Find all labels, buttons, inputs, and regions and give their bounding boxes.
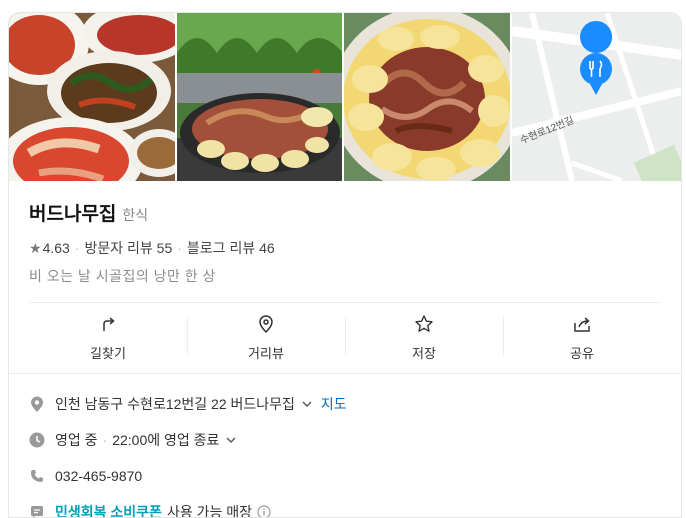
location-pin-icon	[259, 315, 273, 334]
photo-grill-outdoor[interactable]	[176, 13, 342, 181]
location-pin-icon	[29, 396, 45, 412]
separator-dot: ·	[102, 432, 108, 448]
place-card: 수현로12번길 버드나무집 한식 ★ 4.63 · 방문자 리뷰 55 · 블로…	[8, 12, 682, 518]
directions-icon	[103, 317, 115, 331]
place-category: 한식	[122, 207, 149, 223]
separator-dot: ·	[74, 240, 80, 256]
separator-dot: ·	[177, 240, 182, 256]
save-label: 저장	[412, 346, 436, 361]
visitor-reviews-link[interactable]: 방문자 리뷰 55	[84, 238, 172, 258]
chevron-down-icon[interactable]	[301, 398, 313, 410]
street-view-button[interactable]: 거리뷰	[187, 303, 345, 373]
photo-side-dishes[interactable]	[9, 13, 175, 181]
coupon-row: 민생회복 소비쿠폰 사용 가능 매장	[29, 494, 661, 518]
map-thumbnail[interactable]: 수현로12번길	[511, 13, 681, 181]
rating-value: 4.63	[42, 240, 70, 256]
save-button[interactable]: 저장	[345, 303, 503, 373]
address-row: 인천 남동구 수현로12번길 22 버드나무집 지도	[29, 386, 661, 422]
place-info: 버드나무집 한식 ★ 4.63 · 방문자 리뷰 55 · 블로그 리뷰 46 …	[9, 181, 681, 286]
hours-status: 영업 중	[55, 432, 98, 448]
place-details: 인천 남동구 수현로12번길 22 버드나무집 지도 영업 중 · 22:00에…	[9, 373, 681, 518]
blog-reviews-link[interactable]: 블로그 리뷰 46	[187, 238, 275, 258]
photo-strip: 수현로12번길	[9, 13, 681, 181]
share-button[interactable]: 공유	[503, 303, 661, 373]
map-link[interactable]: 지도	[321, 394, 347, 414]
place-name: 버드나무집	[29, 204, 117, 225]
star-icon	[415, 315, 433, 332]
address-text[interactable]: 인천 남동구 수현로12번길 22 버드나무집	[55, 394, 295, 414]
hours-row: 영업 중 · 22:00에 영업 종료	[29, 422, 661, 458]
street-view-label: 거리뷰	[248, 346, 284, 361]
clock-icon	[29, 432, 45, 448]
info-icon[interactable]	[257, 505, 271, 518]
share-label: 공유	[570, 346, 594, 361]
share-icon	[574, 317, 590, 332]
phone-number[interactable]: 032-465-9870	[55, 468, 142, 484]
action-bar: 길찾기 거리뷰 저장 공유	[29, 302, 661, 373]
rating-star-icon: ★	[29, 239, 42, 256]
review-stats: ★ 4.63 · 방문자 리뷰 55 · 블로그 리뷰 46	[29, 238, 661, 258]
directions-label: 길찾기	[90, 346, 126, 361]
phone-icon	[29, 468, 45, 484]
phone-row: 032-465-9870	[29, 458, 661, 494]
directions-button[interactable]: 길찾기	[29, 303, 187, 373]
place-tagline: 비 오는 날 시골집의 낭만 한 상	[29, 268, 216, 284]
hours-close[interactable]: 22:00에 영업 종료	[112, 430, 219, 450]
chevron-down-icon[interactable]	[225, 434, 237, 446]
photo-bulgogi-closeup[interactable]	[344, 13, 510, 181]
